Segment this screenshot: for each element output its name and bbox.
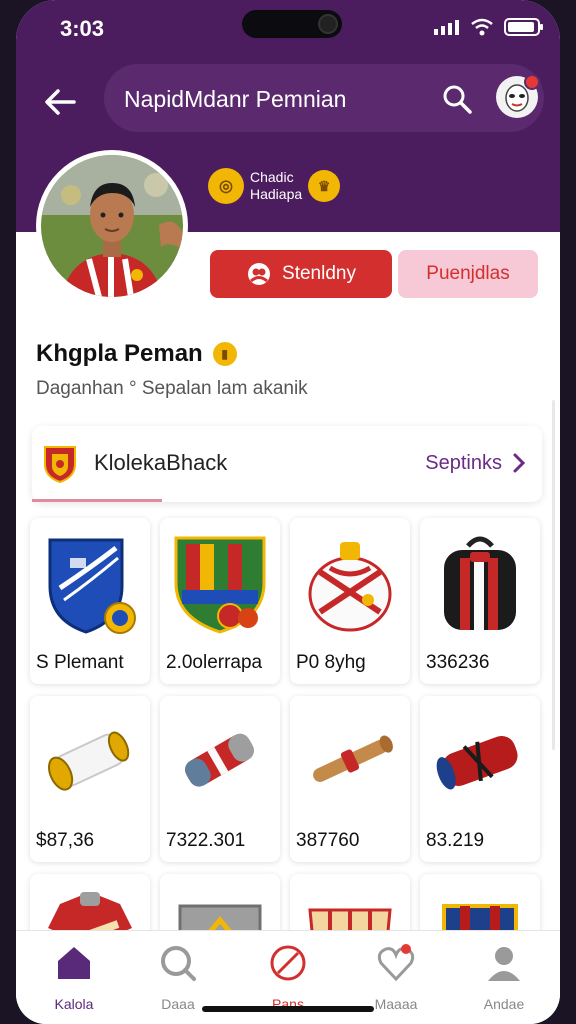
verified-coin-icon: ▮ <box>212 342 237 366</box>
achievement-badges: ◎ Chadic Hadiapa ♛ <box>208 168 341 204</box>
club-name: KlolekaBhack <box>94 450 228 475</box>
jersey-icon <box>308 542 392 632</box>
product-label: P0 8yhg <box>296 652 366 673</box>
product-label: 83.219 <box>426 830 485 851</box>
search-icon <box>161 946 196 981</box>
product-card[interactable]: P0 8yhg <box>290 518 410 684</box>
chevron-right-icon[interactable] <box>508 450 530 476</box>
home-icon <box>58 947 90 979</box>
product-card[interactable]: $87,36 <box>30 696 150 862</box>
product-label: 2.0olerrapa <box>166 652 263 673</box>
nav-item-home[interactable]: Kalola <box>24 943 124 1012</box>
product-card[interactable]: 7322.301 <box>160 696 280 862</box>
backpack-icon <box>444 536 516 630</box>
back-arrow-icon[interactable] <box>38 80 82 124</box>
badge-line-2: Hadiapa <box>250 186 303 202</box>
player-avatar-icon <box>41 155 183 297</box>
nav-item-profile[interactable]: Andae <box>454 943 554 1012</box>
camera-icon <box>318 14 338 34</box>
app-screen: 3:03 NapidMdanr Pemnian ◎ Chadic Hadiapa… <box>16 0 560 1024</box>
phone-frame: 3:03 NapidMdanr Pemnian ◎ Chadic Hadiapa… <box>0 0 576 1024</box>
search-icon[interactable] <box>440 82 474 116</box>
status-icons <box>434 18 544 36</box>
nav-item-search[interactable]: Daaa <box>128 943 228 1012</box>
product-card[interactable]: 387760 <box>290 696 410 862</box>
badge-line-1: Chadic <box>250 169 294 185</box>
status-bar: 3:03 <box>16 0 560 56</box>
top-app-bar: NapidMdanr Pemnian <box>16 56 560 146</box>
nav-item-favorites[interactable]: Maaaa <box>346 943 446 1012</box>
scroll-icon <box>48 731 130 791</box>
scarf-roll-icon <box>436 735 518 790</box>
product-card[interactable]: 83.219 <box>420 696 540 862</box>
product-label: 387760 <box>296 830 360 851</box>
status-time: 3:03 <box>60 16 105 41</box>
primary-action-button[interactable]: Stenldny <box>210 250 392 298</box>
team-icon <box>248 263 271 285</box>
home-indicator <box>202 1006 374 1012</box>
badge-text: Chadic Hadiapa <box>250 169 302 203</box>
secondary-action-button[interactable]: Puenjdlas <box>398 250 538 298</box>
club-card-underline <box>32 499 162 502</box>
product-label: $87,36 <box>36 830 95 851</box>
title-pill: NapidMdanr Pemnian <box>104 64 544 132</box>
profile-photo <box>36 150 188 302</box>
product-label: 336236 <box>426 652 490 673</box>
nav-item-center[interactable]: Pans <box>238 943 338 1012</box>
secondary-action-label: Puenjdlas <box>426 263 510 284</box>
club-card[interactable]: KlolekaBhack Septinks <box>32 426 542 502</box>
product-card[interactable]: 2.0olerrapa <box>160 518 280 684</box>
medal-icon: ♛ <box>308 170 341 202</box>
club-link[interactable]: Septinks <box>425 452 502 475</box>
player-name: Khgpla Peman ▮ <box>36 340 237 368</box>
scroll-indicator <box>552 400 555 750</box>
scarf-roll-icon <box>184 733 255 787</box>
coin-icon: ◎ <box>208 168 244 204</box>
nav-label-home: Kalola <box>54 996 94 1012</box>
profile-icon <box>488 947 520 981</box>
product-grid: S Plemant 2.0olerrapa P0 8yhg 336236 $87… <box>30 518 550 994</box>
camera-notch <box>242 10 342 38</box>
crest-icon <box>48 538 136 634</box>
crest-icon <box>174 536 266 634</box>
battery-icon <box>504 18 543 36</box>
player-subtitle: Daganhan ° Sepalan lam akanik <box>36 378 308 399</box>
nav-label-profile: Andae <box>483 996 525 1012</box>
product-card[interactable]: 336236 <box>420 518 540 684</box>
notification-dot <box>524 74 540 90</box>
bat-icon <box>313 735 393 782</box>
heart-icon <box>377 944 415 982</box>
block-icon <box>270 945 306 981</box>
product-card[interactable]: S Plemant <box>30 518 150 684</box>
primary-action-label: Stenldny <box>282 263 356 284</box>
player-name-text: Khgpla Peman <box>36 340 203 367</box>
product-label: 7322.301 <box>166 830 246 851</box>
wifi-icon <box>471 18 493 36</box>
club-crest-icon <box>44 446 76 484</box>
page-title: NapidMdanr Pemnian <box>124 86 347 112</box>
user-avatar-button[interactable] <box>496 74 540 118</box>
product-label: S Plemant <box>36 652 124 673</box>
signal-icon <box>434 20 459 35</box>
